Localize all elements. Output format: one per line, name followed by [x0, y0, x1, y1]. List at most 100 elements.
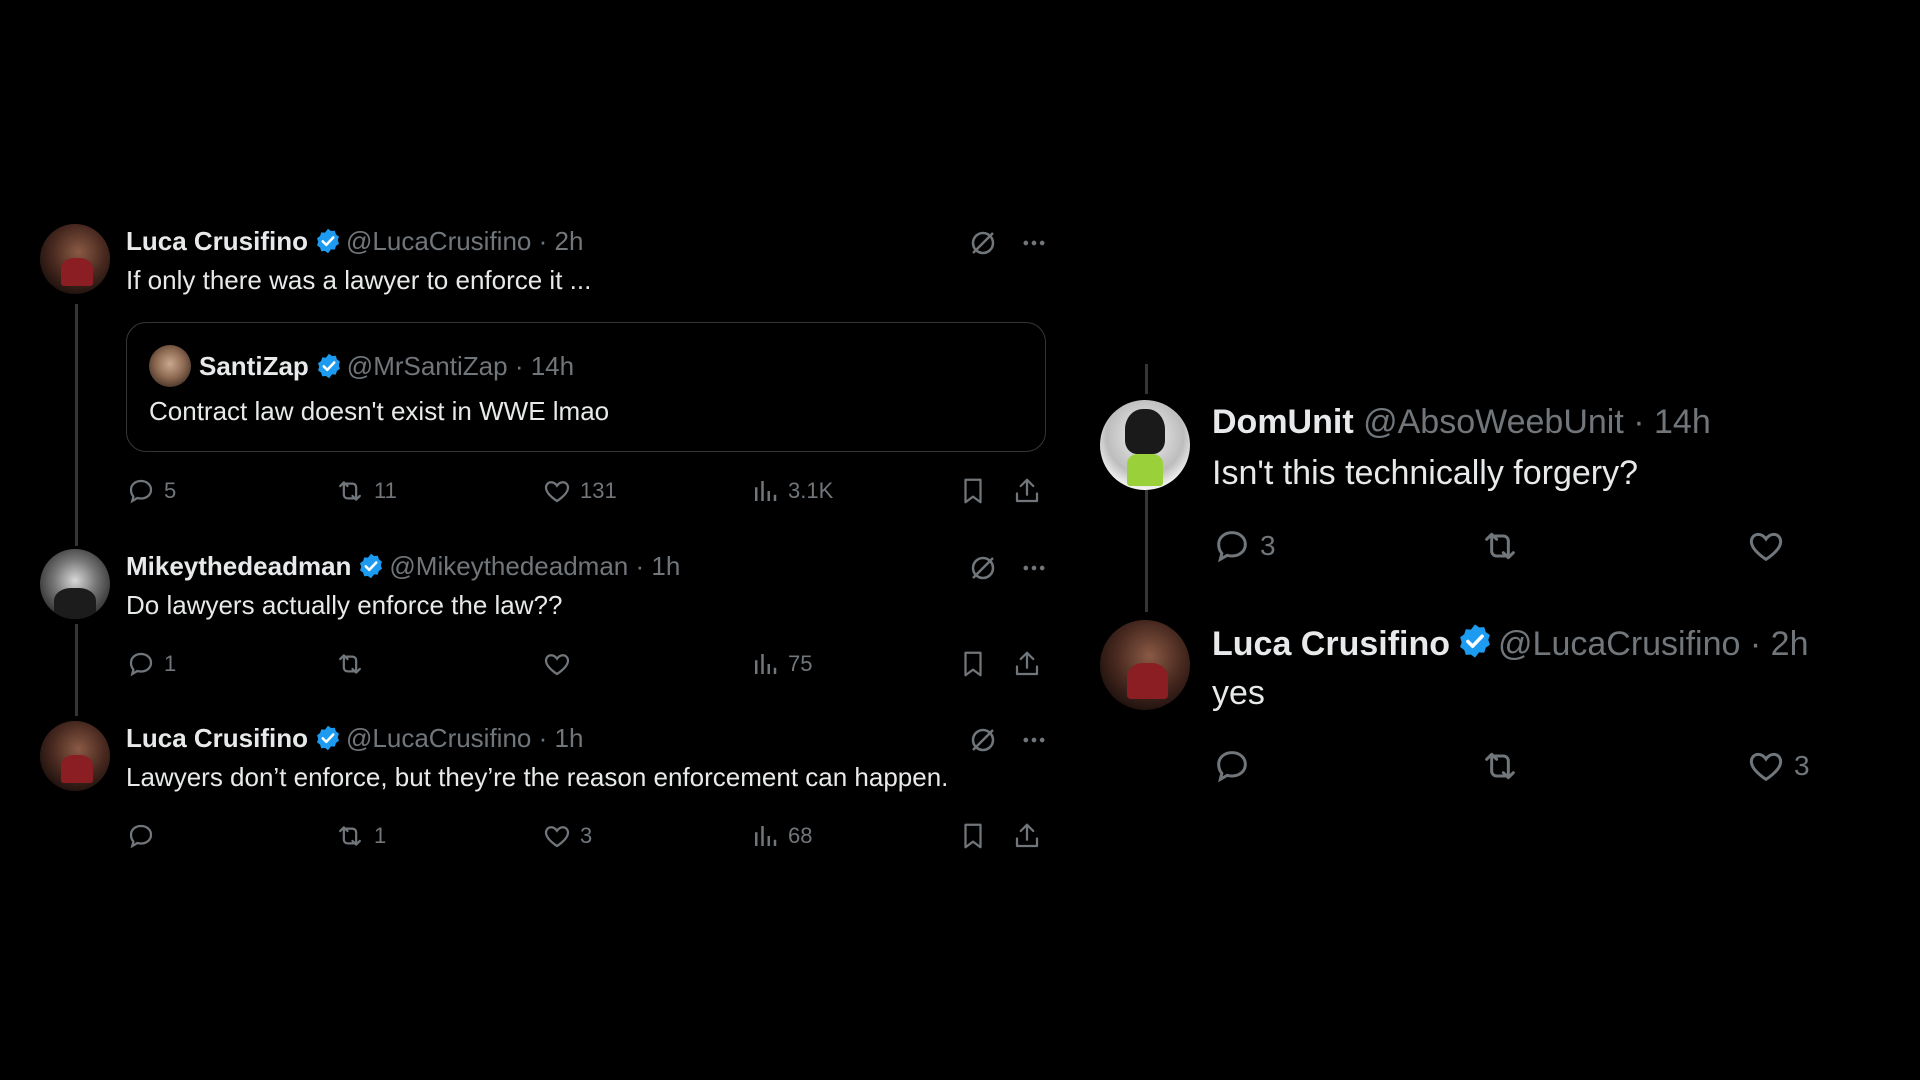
handle[interactable]: @AbsoWeebUnit	[1363, 403, 1624, 441]
tweet-text: Isn't this technically forgery?	[1212, 454, 1639, 492]
views-count: 3.1K	[788, 478, 834, 503]
quoted-tweet[interactable]: SantiZap @MrSantiZap · 14h Contract law d…	[126, 322, 1046, 452]
tweet[interactable]: Mikeythedeadman @Mikeythedeadman · 1h Do …	[40, 545, 1050, 705]
handle: @MrSantiZap	[346, 351, 508, 381]
tweet-text: If only there was a lawyer to enforce it…	[126, 265, 592, 295]
display-name[interactable]: Luca Crusifino	[126, 723, 308, 753]
tweet[interactable]: DomUnit @AbsoWeebUnit · 14h Isn't this t…	[1100, 400, 1880, 600]
repost-button[interactable]: 11	[334, 476, 397, 506]
quote-text: Contract law doesn't exist in WWE lmao	[149, 396, 610, 426]
timestamp[interactable]: · 14h	[1633, 403, 1711, 441]
views-button[interactable]: 3.1K	[750, 476, 833, 506]
reply-button[interactable]	[1212, 746, 1260, 786]
quote-header: SantiZap @MrSantiZap · 14h	[199, 351, 574, 386]
bookmark-button[interactable]	[958, 649, 988, 679]
avatar[interactable]	[40, 549, 110, 619]
bookmark-button[interactable]	[958, 821, 988, 851]
bookmark-button[interactable]	[958, 476, 988, 506]
timestamp[interactable]: · 2h	[539, 226, 584, 256]
tweet-text: Do lawyers actually enforce the law??	[126, 590, 563, 620]
timestamp[interactable]: · 2h	[1750, 625, 1809, 663]
reply-icon	[129, 479, 153, 504]
like-button[interactable]	[1746, 526, 1794, 566]
like-icon	[1749, 752, 1783, 782]
repost-icon	[1485, 532, 1515, 560]
reply-button[interactable]: 1	[126, 649, 176, 679]
more-icon[interactable]	[1020, 229, 1048, 262]
views-button[interactable]: 68	[750, 821, 812, 851]
like-count: 3	[580, 823, 593, 848]
verified-badge-icon	[315, 352, 343, 386]
tweet[interactable]: Luca Crusifino @LucaCrusifino · 2h yes 3	[1100, 620, 1880, 820]
left-thread-panel: Luca Crusifino @LucaCrusifino · 2h If onl…	[40, 220, 1050, 860]
avatar[interactable]	[1100, 400, 1190, 490]
grok-icon[interactable]	[968, 725, 998, 760]
repost-button[interactable]	[1478, 526, 1530, 566]
display-name[interactable]: Luca Crusifino	[126, 226, 308, 256]
tweet-actions: 3	[1212, 526, 1832, 563]
like-button[interactable]: 3	[1746, 746, 1810, 786]
like-icon	[544, 654, 570, 676]
reply-button[interactable]: 5	[126, 476, 176, 506]
repost-button[interactable]: 1	[334, 821, 386, 851]
avatar[interactable]	[1100, 620, 1190, 710]
tweet-top-icons	[968, 553, 1048, 588]
share-icon	[1015, 478, 1039, 503]
timestamp[interactable]: · 1h	[539, 723, 584, 753]
thread-connector	[1145, 364, 1148, 394]
like-icon	[1749, 532, 1783, 562]
verified-badge-icon	[1456, 622, 1494, 669]
share-button[interactable]	[1012, 649, 1042, 679]
repost-icon	[339, 654, 361, 674]
tweet-header: Luca Crusifino @LucaCrusifino · 2h	[126, 226, 583, 261]
like-icon	[544, 826, 570, 848]
verified-badge-icon	[314, 724, 342, 758]
display-name[interactable]: DomUnit	[1212, 403, 1354, 441]
handle[interactable]: @Mikeythedeadman	[389, 551, 628, 581]
avatar[interactable]	[40, 721, 110, 791]
repost-icon	[339, 826, 361, 846]
like-button[interactable]: 131	[542, 476, 617, 506]
more-icon[interactable]	[1020, 554, 1048, 587]
avatar	[149, 345, 191, 387]
grok-icon[interactable]	[968, 553, 998, 588]
tweet[interactable]: Luca Crusifino @LucaCrusifino · 1h Lawyer…	[40, 717, 1050, 877]
repost-button[interactable]	[334, 649, 374, 679]
repost-icon	[1485, 752, 1515, 780]
reply-icon	[1217, 531, 1247, 563]
views-icon	[755, 654, 777, 674]
views-button[interactable]: 75	[750, 649, 812, 679]
bookmark-icon	[964, 651, 982, 677]
more-icon[interactable]	[1020, 726, 1048, 759]
handle[interactable]: @LucaCrusifino	[346, 226, 531, 256]
display-name[interactable]: Mikeythedeadman	[126, 551, 351, 581]
repost-icon	[339, 481, 361, 501]
display-name: SantiZap	[199, 351, 309, 381]
handle[interactable]: @LucaCrusifino	[346, 723, 531, 753]
tweet-header: DomUnit @AbsoWeebUnit · 14h	[1212, 402, 1711, 442]
repost-button[interactable]	[1478, 746, 1530, 786]
grok-icon[interactable]	[968, 228, 998, 263]
share-button[interactable]	[1012, 476, 1042, 506]
tweet-actions: 1 75	[126, 649, 1086, 681]
like-count: 3	[1794, 750, 1810, 781]
reply-icon	[129, 652, 153, 677]
bookmark-icon	[964, 478, 982, 504]
reply-button[interactable]: 3	[1212, 526, 1276, 566]
bookmark-icon	[964, 823, 982, 849]
like-button[interactable]: 3	[542, 821, 592, 851]
views-count: 75	[788, 651, 813, 676]
like-button[interactable]	[542, 649, 580, 679]
reply-icon	[129, 824, 153, 849]
reply-button[interactable]	[126, 821, 164, 851]
tweet[interactable]: Luca Crusifino @LucaCrusifino · 2h If onl…	[40, 220, 1050, 520]
handle[interactable]: @LucaCrusifino	[1498, 625, 1740, 663]
like-icon	[544, 481, 570, 503]
repost-count: 11	[374, 478, 397, 503]
display-name[interactable]: Luca Crusifino	[1212, 625, 1450, 663]
timestamp[interactable]: · 1h	[636, 551, 681, 581]
tweet-text: yes	[1212, 674, 1265, 712]
share-button[interactable]	[1012, 821, 1042, 851]
reply-count: 5	[164, 478, 177, 503]
avatar[interactable]	[40, 224, 110, 294]
